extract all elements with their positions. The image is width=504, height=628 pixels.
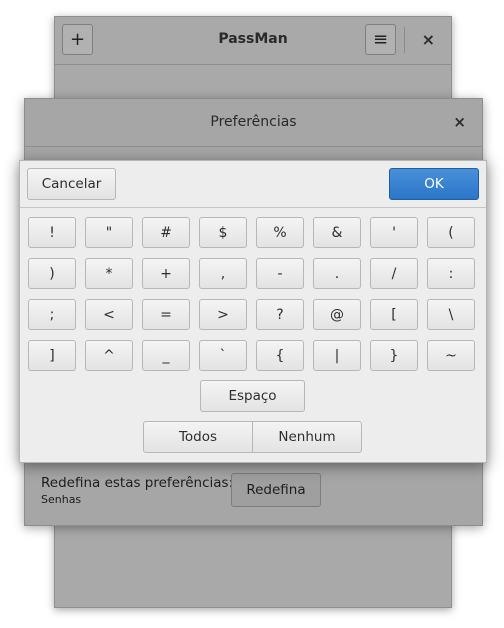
character-key[interactable]: ;: [28, 299, 76, 330]
character-key[interactable]: *: [85, 258, 133, 289]
preferences-title: Preferências: [210, 114, 297, 130]
character-key[interactable]: |: [313, 340, 361, 371]
character-key[interactable]: ': [370, 217, 418, 248]
character-key[interactable]: >: [199, 299, 247, 330]
dialog-headerbar: Cancelar OK: [20, 161, 486, 208]
character-key[interactable]: +: [142, 258, 190, 289]
character-key[interactable]: -: [256, 258, 304, 289]
reset-button[interactable]: Redefina: [231, 473, 321, 507]
select-none-button[interactable]: Nenhum: [252, 421, 362, 453]
character-key[interactable]: $: [199, 217, 247, 248]
ok-button[interactable]: OK: [389, 168, 479, 200]
character-picker-dialog: Cancelar OK ! " # $% & ' () * +, -. /:; < = >? @ [ \] ^ _ `…: [19, 160, 487, 463]
character-key[interactable]: }: [370, 340, 418, 371]
character-key[interactable]: &: [313, 217, 361, 248]
hamburger-menu-icon: ≡: [372, 29, 389, 50]
character-key[interactable]: #: [142, 217, 190, 248]
character-key[interactable]: .: [313, 258, 361, 289]
passman-headerbar: + PassMan ≡ ×: [55, 17, 451, 65]
character-key[interactable]: ~: [427, 340, 475, 371]
character-key[interactable]: =: [142, 299, 190, 330]
character-key[interactable]: ?: [256, 299, 304, 330]
menu-button[interactable]: ≡: [365, 24, 396, 55]
headerbar-divider: [25, 146, 482, 147]
character-key[interactable]: ": [85, 217, 133, 248]
character-key[interactable]: [: [370, 299, 418, 330]
character-key[interactable]: !: [28, 217, 76, 248]
character-key[interactable]: /: [370, 258, 418, 289]
character-key[interactable]: ): [28, 258, 76, 289]
character-key[interactable]: :: [427, 258, 475, 289]
character-key[interactable]: <: [85, 299, 133, 330]
cancel-button[interactable]: Cancelar: [27, 168, 116, 200]
character-key[interactable]: _: [142, 340, 190, 371]
character-key[interactable]: @: [313, 299, 361, 330]
character-key[interactable]: {: [256, 340, 304, 371]
reset-preferences-sublabel: Senhas: [41, 493, 82, 506]
close-icon[interactable]: ×: [453, 113, 466, 131]
character-key[interactable]: ^: [85, 340, 133, 371]
select-all-button[interactable]: Todos: [143, 421, 253, 453]
character-key[interactable]: ,: [199, 258, 247, 289]
character-key[interactable]: ]: [28, 340, 76, 371]
character-key[interactable]: %: [256, 217, 304, 248]
space-button[interactable]: Espaço: [200, 380, 305, 412]
reset-preferences-label: Redefina estas preferências:: [41, 475, 234, 491]
character-key[interactable]: \: [427, 299, 475, 330]
character-key[interactable]: (: [427, 217, 475, 248]
headerbar-separator: [404, 27, 405, 53]
character-key[interactable]: `: [199, 340, 247, 371]
close-icon[interactable]: ×: [422, 30, 435, 49]
